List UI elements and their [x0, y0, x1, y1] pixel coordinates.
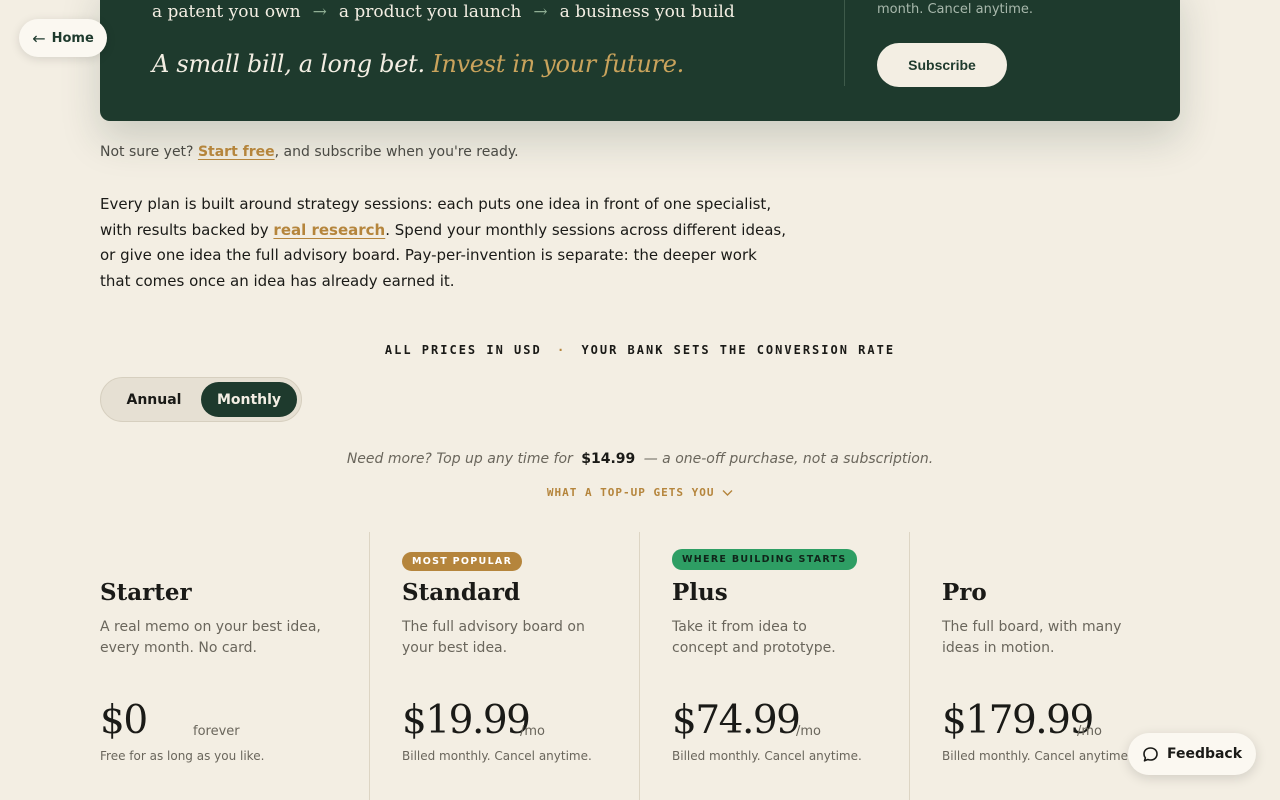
home-button[interactable]: ← Home	[19, 19, 107, 57]
real-research-link[interactable]: real research	[273, 221, 385, 239]
where-building-starts-badge: WHERE BUILDING STARTS	[672, 549, 857, 570]
start-free-prefix: Not sure yet?	[100, 144, 194, 160]
plan-name: Plus	[672, 579, 728, 606]
topup-note: Need more? Top up any time for $14.99 — …	[0, 451, 1280, 467]
currency-note-right: YOUR BANK SETS THE CONVERSION RATE	[581, 343, 896, 357]
most-popular-badge: MOST POPULAR	[402, 552, 523, 571]
plan-price: $0	[100, 698, 148, 743]
plan-price: $74.99	[672, 698, 801, 743]
hero-note: month. Cancel anytime.	[877, 2, 1034, 17]
feedback-button[interactable]: Feedback	[1128, 733, 1256, 775]
separator-dot: ·	[556, 343, 567, 357]
currency-note: ALL PRICES IN USD · YOUR BANK SETS THE C…	[0, 343, 1280, 357]
hero-path: a patent you own → a product you launch → a …	[152, 2, 735, 22]
plan-description: Take it from idea to concept and prototy…	[672, 619, 836, 656]
plan-card-starter: Starter A real memo on your best idea, e…	[100, 532, 370, 800]
hero-divider	[844, 0, 845, 86]
plan-name: Pro	[942, 579, 987, 606]
hero-path-step-2: a product you launch	[338, 2, 522, 22]
pricing-page: a patent you own → a product you launch → a …	[0, 0, 1280, 800]
arrow-right-icon: →	[312, 2, 327, 22]
topup-text-after: — a one-off purchase, not a subscription…	[643, 451, 934, 467]
plan-price: $19.99	[402, 698, 531, 743]
arrow-right-icon: →	[533, 2, 548, 22]
billing-monthly-option[interactable]: Monthly	[201, 382, 297, 417]
chevron-down-icon	[722, 490, 733, 496]
plan-name: Standard	[402, 579, 521, 606]
hero-tagline-main: A small bill, a long bet.	[152, 50, 425, 78]
topup-details-label: WHAT A TOP-UP GETS YOU	[546, 486, 715, 499]
billing-annual-option[interactable]: Annual	[107, 382, 201, 417]
chat-bubble-icon	[1143, 746, 1158, 762]
plan-billing-note: Billed monthly. Cancel anytime.	[942, 749, 1132, 763]
hero-tagline: A small bill, a long bet. Invest in your…	[152, 50, 684, 78]
plan-billing-note: Billed monthly. Cancel anytime.	[402, 749, 592, 763]
plan-price-unit: /mo	[796, 724, 821, 739]
topup-price: $14.99	[581, 451, 636, 467]
plan-name: Starter	[100, 579, 192, 606]
billing-toggle: Annual Monthly	[100, 377, 302, 422]
plan-price-unit: /mo	[520, 724, 545, 739]
home-label: Home	[51, 30, 94, 46]
start-free-link[interactable]: Start free	[198, 144, 275, 160]
hero-path-step-1: a patent you own	[152, 2, 301, 22]
feedback-label: Feedback	[1166, 746, 1243, 762]
hero-path-step-3: a business you build	[559, 2, 735, 22]
plan-billing-note: Billed monthly. Cancel anytime.	[672, 749, 862, 763]
plan-card-standard: MOST POPULAR Standard The full advisory …	[369, 532, 639, 800]
currency-note-left: ALL PRICES IN USD	[384, 343, 542, 357]
subscribe-button[interactable]: Subscribe	[877, 43, 1007, 87]
plans-grid: Starter A real memo on your best idea, e…	[100, 532, 1180, 800]
plan-price-unit: forever	[193, 724, 240, 739]
arrow-left-icon: ←	[32, 28, 46, 48]
plan-card-plus: WHERE BUILDING STARTS Plus Take it from …	[639, 532, 909, 800]
hero-banner: a patent you own → a product you launch → a …	[100, 0, 1180, 121]
plan-price-unit: /mo	[1077, 724, 1102, 739]
plan-description: A real memo on your best idea, every mon…	[100, 619, 321, 656]
plan-price: $179.99	[942, 698, 1094, 743]
plan-description: The full board, with many ideas in motio…	[942, 619, 1122, 656]
intro-paragraph: Every plan is built around strategy sess…	[100, 192, 790, 294]
plan-billing-note: Free for as long as you like.	[100, 749, 265, 763]
start-free-prompt: Not sure yet? Start free, and subscribe …	[100, 144, 519, 160]
plan-description: The full advisory board on your best ide…	[402, 619, 585, 656]
hero-tagline-accent: Invest in your future.	[432, 50, 684, 78]
start-free-suffix: , and subscribe when you're ready.	[274, 144, 519, 160]
topup-details-toggle[interactable]: WHAT A TOP-UP GETS YOU	[0, 486, 1280, 499]
topup-text-before: Need more? Top up any time for	[346, 451, 573, 467]
